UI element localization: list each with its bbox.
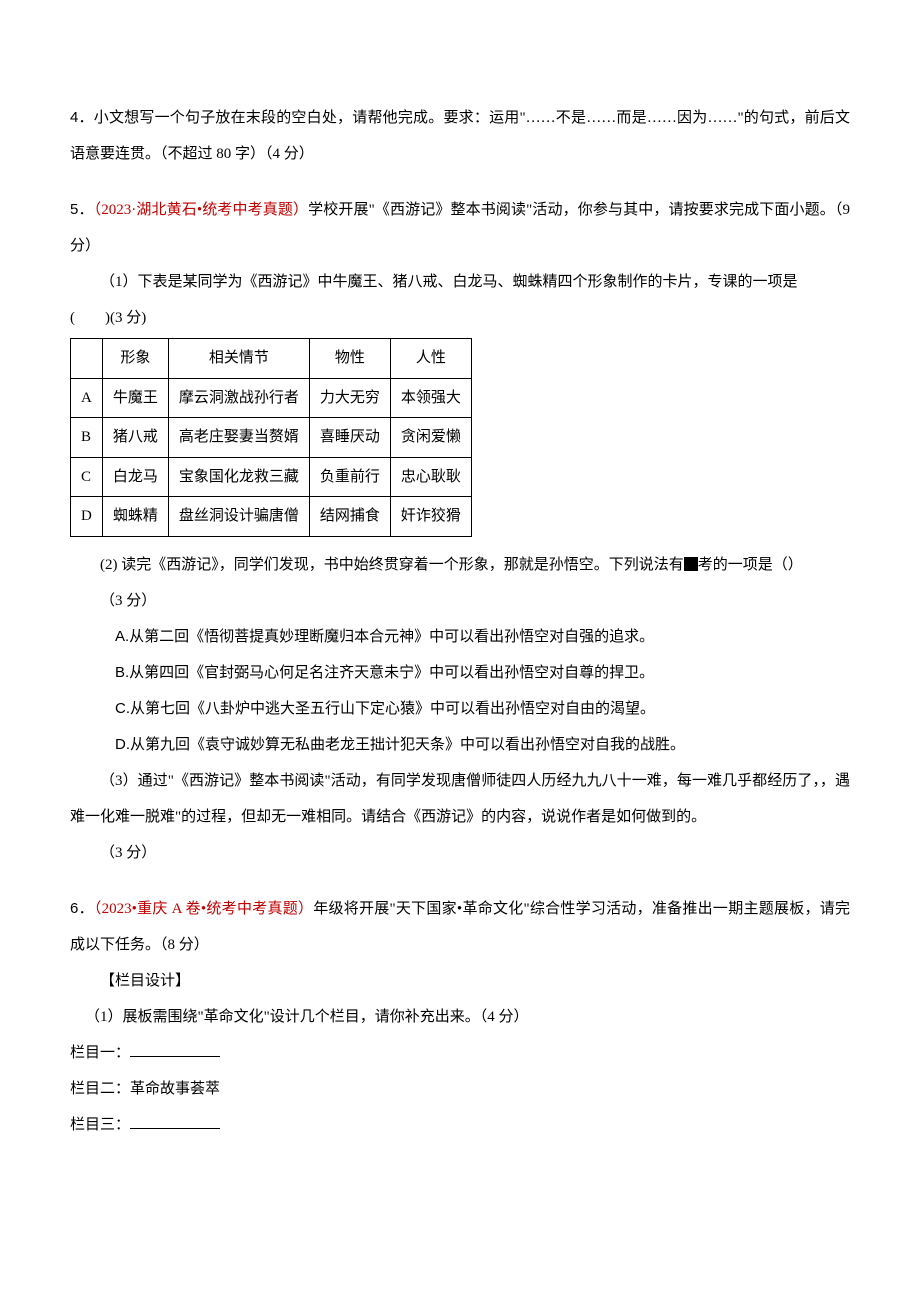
question-4: 4．小文想写一个句子放在末段的空白处，请帮他完成。要求：运用"……不是……而是…… bbox=[70, 100, 850, 172]
q6-part1: （1）展板需围绕"革命文化"设计几个栏目，请你补充出来。（4 分） bbox=[70, 999, 850, 1035]
q5-part3: （3）通过"《西游记》整本书阅读"活动，有同学发现唐僧师徒四人历经九九八十一难，… bbox=[70, 763, 850, 835]
th-nature: 物性 bbox=[309, 339, 390, 379]
table-row: A 牛魔王 摩云洞激战孙行者 力大无穷 本领强大 bbox=[71, 378, 472, 418]
cell: 盘丝洞设计骗唐僧 bbox=[168, 497, 309, 537]
q5-option-d: D.从第九回《袁守诚妙算无私曲老龙王拙计犯天条》中可以看出孙悟空对自我的战胜。 bbox=[70, 727, 850, 763]
q6-col1-label: 栏目一： bbox=[70, 1045, 130, 1061]
q6-col3-label: 栏目三： bbox=[70, 1117, 130, 1133]
cell: 蜘蛛精 bbox=[102, 497, 168, 537]
cell: 摩云洞激战孙行者 bbox=[168, 378, 309, 418]
q6-col3: 栏目三： bbox=[70, 1107, 850, 1143]
th-image: 形象 bbox=[102, 339, 168, 379]
q6-col1: 栏目一： bbox=[70, 1035, 850, 1071]
q5-part2-lead: (2) 读完《西游记》，同学们发现，书中始终贯穿着一个形象，那就是孙悟空。下列说… bbox=[100, 557, 684, 573]
table-row: D 蜘蛛精 盘丝洞设计骗唐僧 结网捕食 奸诈狡猾 bbox=[71, 497, 472, 537]
q6-col2-value: 革命故事荟萃 bbox=[130, 1081, 220, 1097]
question-5: 5．（2023·湖北黄石•统考中考真题）学校开展"《西游记》整本书阅读"活动，你… bbox=[70, 192, 850, 264]
q5-table: 形象 相关情节 物性 人性 A 牛魔王 摩云洞激战孙行者 力大无穷 本领强大 B… bbox=[70, 338, 472, 537]
cell: A bbox=[71, 378, 103, 418]
cell: C bbox=[71, 457, 103, 497]
cell: 猪八戒 bbox=[102, 418, 168, 458]
cell: 奸诈狡猾 bbox=[390, 497, 471, 537]
q4-number: 4． bbox=[70, 109, 94, 126]
redacted-box-icon bbox=[684, 557, 698, 571]
fill-blank[interactable] bbox=[130, 1113, 220, 1129]
q6-col2-label: 栏目二： bbox=[70, 1081, 130, 1097]
q5-source: （2023·湖北黄石•统考中考真题） bbox=[94, 202, 309, 218]
th-blank bbox=[71, 339, 103, 379]
q6-col2: 栏目二：革命故事荟萃 bbox=[70, 1071, 850, 1107]
q5-number: 5． bbox=[70, 201, 94, 218]
table-header-row: 形象 相关情节 物性 人性 bbox=[71, 339, 472, 379]
q5-part1-intro: （1）下表是某同学为《西游记》中牛魔王、猪八戒、白龙马、蜘蛛精四个形象制作的卡片… bbox=[70, 264, 850, 300]
q5-part1-tail: ( )(3 分) bbox=[70, 300, 850, 336]
table-row: C 白龙马 宝象国化龙救三藏 负重前行 忠心耿耿 bbox=[71, 457, 472, 497]
cell: 负重前行 bbox=[309, 457, 390, 497]
cell: 宝象国化龙救三藏 bbox=[168, 457, 309, 497]
th-plot: 相关情节 bbox=[168, 339, 309, 379]
q4-text: 小文想写一个句子放在末段的空白处，请帮他完成。要求：运用"……不是……而是……因… bbox=[70, 110, 850, 162]
table-row: B 猪八戒 高老庄娶妻当赘婿 喜睡厌动 贪闲爱懒 bbox=[71, 418, 472, 458]
cell: 本领强大 bbox=[390, 378, 471, 418]
q5-option-c: C.从第七回《八卦炉中逃大圣五行山下定心猿》中可以看出孙悟空对自由的渴望。 bbox=[70, 691, 850, 727]
q5-option-b: B.从第四回《官封弼马心何足名注齐天意未宁》中可以看出孙悟空对自尊的捍卫。 bbox=[70, 655, 850, 691]
cell: 高老庄娶妻当赘婿 bbox=[168, 418, 309, 458]
cell: 力大无穷 bbox=[309, 378, 390, 418]
q5-part2-points: （3 分） bbox=[70, 583, 850, 619]
q5-option-a: A.从第二回《悟彻菩提真妙理断魔归本合元神》中可以看出孙悟空对自强的追求。 bbox=[70, 619, 850, 655]
q5-part2: (2) 读完《西游记》，同学们发现，书中始终贯穿着一个形象，那就是孙悟空。下列说… bbox=[70, 547, 850, 583]
fill-blank[interactable] bbox=[130, 1041, 220, 1057]
cell: 结网捕食 bbox=[309, 497, 390, 537]
cell: 忠心耿耿 bbox=[390, 457, 471, 497]
cell: 喜睡厌动 bbox=[309, 418, 390, 458]
q6-section-label: 【栏目设计】 bbox=[70, 963, 850, 999]
q5-part3-points: （3 分） bbox=[70, 835, 850, 871]
cell: B bbox=[71, 418, 103, 458]
th-humanity: 人性 bbox=[390, 339, 471, 379]
cell: D bbox=[71, 497, 103, 537]
q5-part2-tail: 考的一项是（） bbox=[698, 557, 803, 573]
cell: 贪闲爱懒 bbox=[390, 418, 471, 458]
cell: 牛魔王 bbox=[102, 378, 168, 418]
question-6: 6．（2023•重庆 A 卷•统考中考真题）年级将开展"天下国家•革命文化"综合… bbox=[70, 891, 850, 963]
q6-source: （2023•重庆 A 卷•统考中考真题） bbox=[94, 901, 313, 917]
cell: 白龙马 bbox=[102, 457, 168, 497]
q6-number: 6． bbox=[70, 900, 94, 917]
